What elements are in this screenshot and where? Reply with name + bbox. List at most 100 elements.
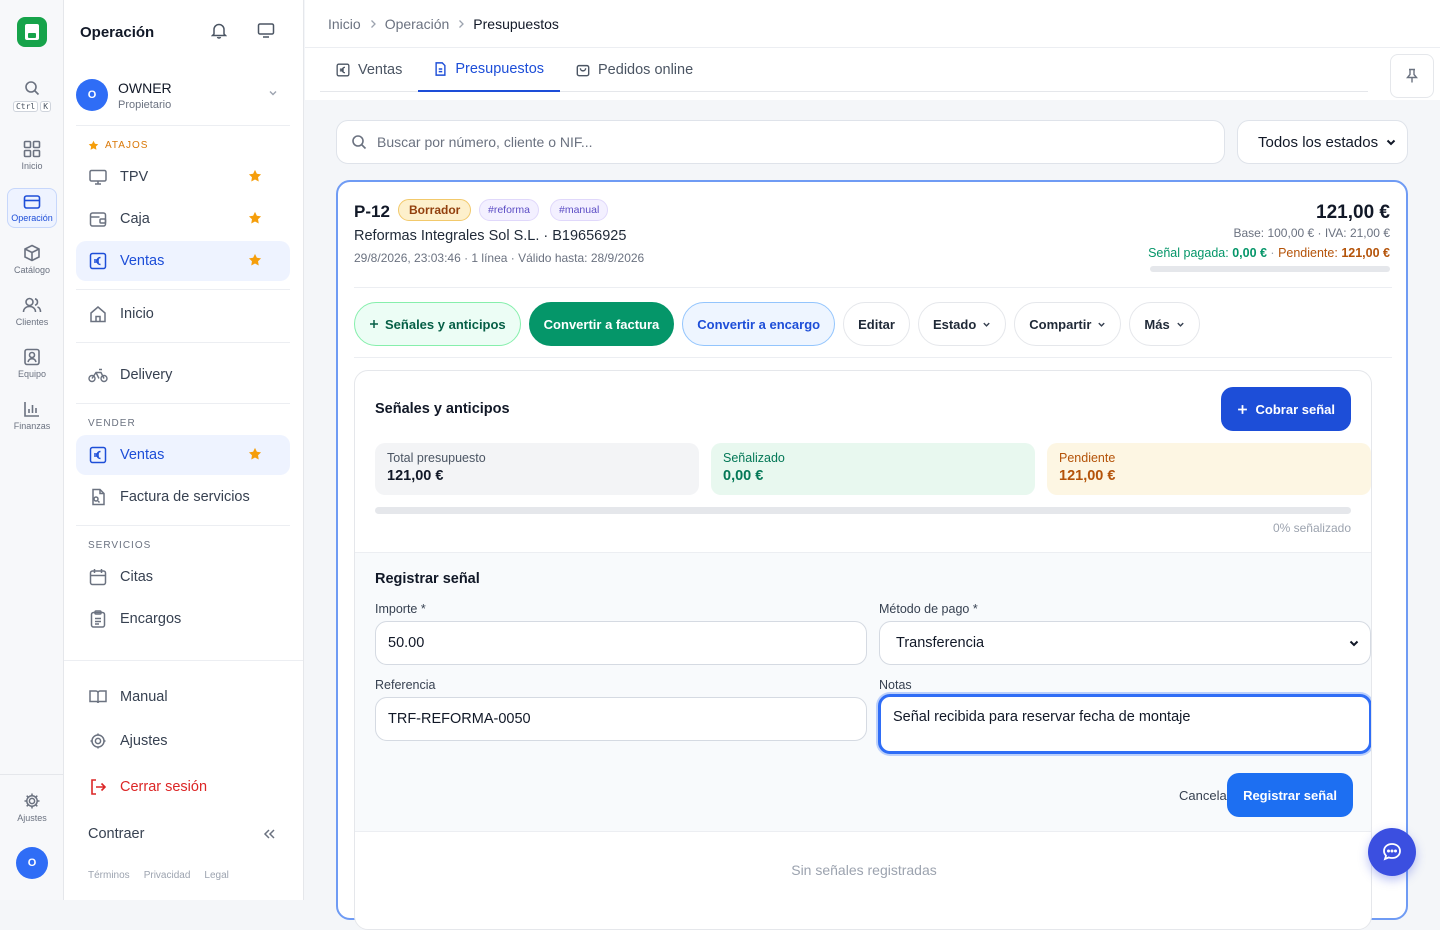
nav-delivery[interactable]: Delivery	[76, 355, 290, 395]
nav-label: Caja	[120, 211, 150, 227]
nav-ventas[interactable]: Ventas	[76, 435, 290, 475]
user-name: OWNER	[118, 79, 172, 96]
footer-link-privacidad[interactable]: Privacidad	[144, 870, 191, 881]
status-filter-value: Todos los estados	[1258, 133, 1379, 151]
quote-meta: 29/8/2026, 23:03:46 · 1 línea · Válido h…	[354, 251, 645, 265]
register-deposit-button[interactable]: Registrar señal	[1227, 773, 1353, 817]
amount-label: Importe *	[375, 602, 426, 616]
reference-field[interactable]	[375, 697, 867, 741]
tab-ventas[interactable]: Ventas	[320, 48, 418, 92]
nav-manual[interactable]: Manual	[76, 677, 290, 717]
breadcrumb-current: Presupuestos	[473, 16, 559, 32]
divider	[76, 125, 290, 126]
rail-item-catalogo[interactable]: Catálogo	[6, 244, 58, 275]
notes-textarea[interactable]: Señal recibida para reservar fecha de mo…	[878, 694, 1371, 754]
card-icon	[23, 194, 41, 213]
star-icon[interactable]	[248, 447, 262, 461]
stat-label: Pendiente	[1059, 451, 1116, 465]
pin-icon	[1405, 68, 1419, 84]
badge-icon	[23, 348, 41, 369]
status-dropdown-button[interactable]: Estado	[917, 302, 1007, 346]
shortcut-ventas[interactable]: Ventas	[76, 241, 290, 281]
payment-method-select[interactable]: Transferencia	[879, 621, 1371, 665]
nav-ajustes[interactable]: Ajustes	[76, 721, 290, 761]
pending-label: Pendiente:	[1278, 246, 1338, 260]
rail-item-finanzas[interactable]: Finanzas	[6, 400, 58, 431]
footer-link-legal[interactable]: Legal	[204, 870, 228, 881]
star-icon[interactable]	[248, 211, 262, 225]
stat-value: 0,00 €	[723, 468, 764, 484]
edit-button[interactable]: Editar	[843, 302, 910, 346]
pin-button[interactable]	[1390, 54, 1434, 98]
tab-presupuestos[interactable]: Presupuestos	[418, 48, 561, 92]
book-icon	[88, 687, 108, 707]
star-icon[interactable]	[248, 169, 262, 183]
divider	[76, 525, 290, 526]
convert-invoice-button[interactable]: Convertir a factura	[528, 302, 675, 346]
tag-badge[interactable]: #manual	[550, 199, 609, 221]
logout-icon	[88, 777, 108, 797]
nav-label: Delivery	[120, 367, 173, 383]
user-switcher[interactable]: O OWNER Propietario	[76, 72, 288, 118]
chat-button[interactable]	[1368, 828, 1416, 876]
divider	[76, 342, 290, 343]
search-input[interactable]	[377, 134, 1157, 150]
nav-citas[interactable]: Citas	[76, 557, 290, 597]
tabs-bar: Ventas Presupuestos Pedidos online	[305, 48, 1440, 100]
more-dropdown-button[interactable]: Más	[1129, 302, 1200, 346]
status-filter-select[interactable]: Todos los estados	[1237, 120, 1408, 164]
stat-value: 121,00 €	[1059, 468, 1116, 484]
rail-label: Finanzas	[13, 421, 51, 431]
collapse-label[interactable]: Contraer	[88, 826, 144, 842]
wallet-icon	[88, 209, 108, 229]
reference-input[interactable]	[388, 711, 854, 727]
double-chevron-left-icon[interactable]	[262, 828, 276, 840]
rail-search[interactable]: Ctrl K	[6, 80, 58, 112]
star-icon[interactable]	[248, 253, 262, 267]
breadcrumb-operacion[interactable]: Operación	[385, 16, 450, 32]
kbd-ctrl: Ctrl	[12, 101, 39, 112]
nav-factura-servicios[interactable]: Factura de servicios	[76, 477, 290, 517]
amount-field[interactable]	[375, 621, 867, 665]
tag-badge[interactable]: #reforma	[479, 199, 540, 221]
nav-inicio[interactable]: Inicio	[76, 294, 290, 334]
rail-item-operacion[interactable]: Operación	[6, 194, 58, 223]
rail-item-equipo[interactable]: Equipo	[6, 348, 58, 379]
user-avatar[interactable]: O	[16, 847, 48, 879]
chevron-right-icon	[369, 19, 377, 29]
footer-link-terminos[interactable]: Términos	[88, 870, 130, 881]
rail-item-clientes[interactable]: Clientes	[6, 296, 58, 327]
shortcut-tpv[interactable]: TPV	[76, 157, 290, 197]
rail-label: Ajustes	[17, 813, 47, 823]
breadcrumb-inicio[interactable]: Inicio	[328, 16, 361, 32]
stat-label: Total presupuesto	[387, 451, 486, 465]
quote-base-tax: Base: 100,00 € · IVA: 21,00 €	[1233, 226, 1390, 240]
logout-button[interactable]: Cerrar sesión	[76, 767, 290, 807]
monitor-icon[interactable]	[257, 22, 275, 39]
cancel-button[interactable]: Cancelar	[1179, 788, 1231, 803]
bell-icon[interactable]	[211, 22, 227, 39]
senales-button[interactable]: Señales y anticipos	[354, 302, 521, 346]
amount-input[interactable]	[388, 635, 854, 651]
convert-order-button[interactable]: Convertir a encargo	[682, 302, 836, 346]
app-logo-icon[interactable]	[17, 17, 47, 47]
rail-label: Operación	[11, 213, 53, 223]
progress-text: 0% señalizado	[1272, 521, 1351, 535]
rail-item-ajustes[interactable]: Ajustes	[6, 792, 58, 823]
nav-encargos[interactable]: Encargos	[76, 599, 290, 639]
breadcrumb: Inicio Operación Presupuestos	[328, 16, 559, 32]
rail-label: Catálogo	[13, 265, 51, 275]
rail-item-inicio[interactable]: Inicio	[6, 140, 58, 171]
payment-method-value: Transferencia	[896, 635, 985, 651]
share-dropdown-button[interactable]: Compartir	[1014, 302, 1122, 346]
stat-total: Total presupuesto 121,00 €	[375, 443, 699, 495]
search-bar	[336, 120, 1225, 164]
shortcut-caja[interactable]: Caja	[76, 199, 290, 239]
nav-label: Citas	[120, 569, 154, 585]
cobrar-senal-button[interactable]: Cobrar señal	[1220, 387, 1351, 431]
tab-pedidos-online[interactable]: Pedidos online	[560, 48, 709, 92]
stat-value: 121,00 €	[387, 468, 444, 484]
search-icon	[24, 80, 40, 99]
stat-label: Señalizado	[723, 451, 785, 465]
empty-state: Sin señales registradas	[791, 862, 937, 878]
